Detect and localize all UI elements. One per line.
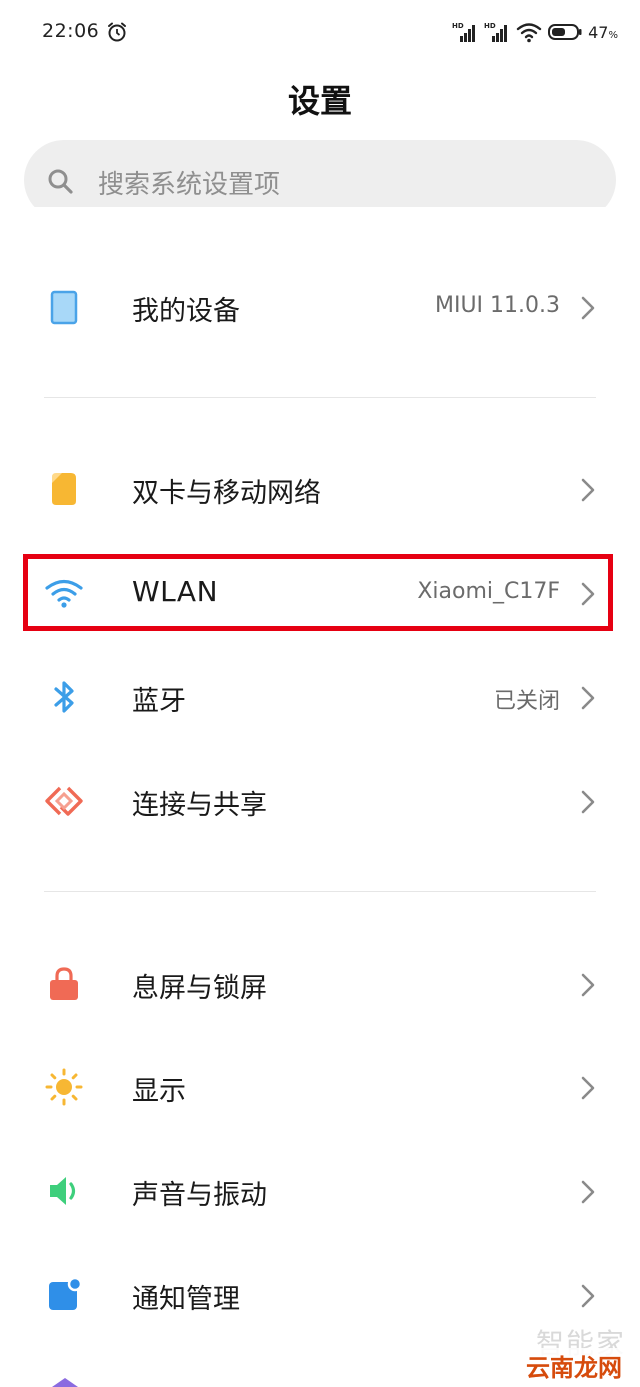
settings-item-sim-network[interactable]: 双卡与移动网络 bbox=[0, 437, 640, 541]
settings-item-label: 蓝牙 bbox=[132, 686, 186, 717]
settings-item-my-device[interactable]: 我的设备 MIUI 11.0.3 bbox=[0, 255, 640, 359]
chevron-right-icon bbox=[581, 686, 595, 710]
wifi-status-icon bbox=[516, 23, 542, 43]
tablet-icon bbox=[50, 290, 78, 325]
section-divider bbox=[44, 891, 596, 892]
battery-percent: 47% bbox=[588, 22, 618, 42]
chevron-right-icon bbox=[581, 1284, 595, 1308]
share-icon bbox=[45, 786, 83, 816]
highlight-annotation-box bbox=[23, 554, 613, 631]
chevron-right-icon bbox=[581, 1180, 595, 1204]
svg-text:HD: HD bbox=[484, 22, 496, 30]
settings-item-bluetooth[interactable]: 蓝牙 已关闭 bbox=[0, 645, 640, 749]
settings-item-label: 声音与振动 bbox=[132, 1180, 267, 1211]
settings-item-display[interactable]: 显示 bbox=[0, 1035, 640, 1139]
settings-item-label: 双卡与移动网络 bbox=[132, 478, 321, 509]
search-placeholder: 搜索系统设置项 bbox=[98, 170, 281, 200]
alarm-clock-icon bbox=[108, 22, 126, 42]
sim-card-icon bbox=[52, 473, 76, 505]
battery-icon bbox=[548, 24, 582, 40]
settings-item-label: 连接与共享 bbox=[132, 790, 267, 821]
settings-item-value: MIUI 11.0.3 bbox=[434, 293, 560, 318]
chevron-right-icon bbox=[581, 478, 595, 502]
search-fade bbox=[0, 207, 640, 227]
settings-item-label: 息屏与锁屏 bbox=[132, 973, 267, 1004]
settings-item-label: 通知管理 bbox=[132, 1284, 240, 1315]
section-divider bbox=[44, 397, 596, 398]
svg-text:HD: HD bbox=[452, 22, 464, 30]
hd-signal-icon-2: HD bbox=[484, 22, 508, 42]
watermark-bottom: 云南龙网 bbox=[524, 1348, 624, 1383]
chevron-right-icon bbox=[581, 296, 595, 320]
chevron-right-icon bbox=[581, 1076, 595, 1100]
settings-item-label: 我的设备 bbox=[132, 296, 240, 327]
settings-item-lock-screen[interactable]: 息屏与锁屏 bbox=[0, 932, 640, 1036]
chevron-right-icon bbox=[581, 973, 595, 997]
settings-item-connection-sharing[interactable]: 连接与共享 bbox=[0, 749, 640, 853]
chevron-right-icon bbox=[581, 790, 595, 814]
notification-icon bbox=[49, 1276, 83, 1310]
settings-item-label: 显示 bbox=[132, 1076, 186, 1107]
status-time: 22:06 bbox=[42, 20, 100, 42]
hd-signal-icon: HD bbox=[452, 22, 476, 42]
next-item-icon-partial bbox=[52, 1378, 78, 1387]
search-icon bbox=[48, 169, 73, 194]
watermark: 智能家 云南龙网 bbox=[502, 1322, 632, 1383]
bluetooth-icon bbox=[54, 681, 74, 713]
sun-icon bbox=[45, 1068, 83, 1106]
status-bar: 22:06 HD HD 47% bbox=[0, 0, 640, 64]
status-icons: HD HD 47% bbox=[452, 20, 618, 44]
settings-item-sound-vibration[interactable]: 声音与振动 bbox=[0, 1139, 640, 1243]
lock-icon bbox=[50, 967, 78, 1000]
page-title: 设置 bbox=[287, 82, 352, 120]
speaker-icon bbox=[50, 1177, 76, 1205]
settings-item-value: 已关闭 bbox=[493, 689, 560, 714]
